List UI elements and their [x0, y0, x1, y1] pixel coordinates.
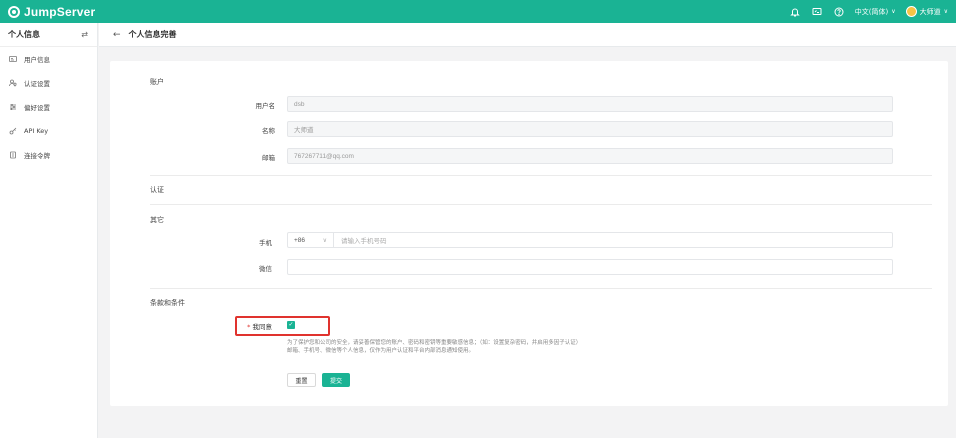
sliders-icon — [9, 103, 17, 111]
section-other: 其它 — [150, 216, 164, 224]
username-field[interactable]: dsb — [287, 96, 893, 112]
terms-line: 邮箱、手机号、微信等个人信息，仅作为用户认证和平台内部消息通知使用。 — [287, 348, 475, 354]
divider — [150, 175, 932, 176]
divider — [150, 288, 932, 289]
terms-line: 为了保护您和公司的安全，请妥善保管您的账户、密码和密钥等重要敏感信息；（如：设置… — [287, 340, 582, 346]
page-title: 个人信息完善 — [128, 30, 177, 39]
jumpserver-logo-icon — [8, 5, 20, 18]
chevron-down-icon: ∨ — [943, 8, 948, 15]
profile-form-card: 账户 用户名 dsb 名称 大师道 邮箱 767267711@qq.com 认证… — [110, 61, 948, 406]
monitor-icon[interactable] — [811, 6, 823, 18]
sidebar-title: 个人信息 — [8, 30, 40, 39]
user-menu[interactable]: 大师道 ∨ — [905, 6, 948, 17]
language-label: 中文(简体) — [854, 7, 889, 16]
email-label: 邮箱 — [262, 154, 275, 162]
sidebar-item-preferences[interactable]: 偏好设置 — [0, 95, 97, 119]
back-arrow-icon[interactable]: ← — [113, 30, 121, 40]
divider — [150, 204, 932, 205]
agree-label: * 我同意 — [247, 323, 273, 331]
section-auth: 认证 — [150, 186, 164, 194]
terms-text: 为了保护您和公司的安全，请妥善保管您的账户、密码和密钥等重要敏感信息；（如：设置… — [287, 339, 581, 355]
sidebar-item-label: 认证设置 — [24, 80, 50, 88]
sidebar-item-user-info[interactable]: 用户信息 — [0, 47, 97, 71]
phone-label: 手机 — [259, 239, 272, 247]
section-account: 账户 — [150, 78, 164, 86]
sidebar-header: 个人信息 ⇄ — [0, 23, 97, 47]
phone-field[interactable]: +86 ∨ 请输入手机号码 — [287, 232, 893, 248]
name-field[interactable]: 大师道 — [287, 121, 893, 137]
chevron-down-icon: ∨ — [891, 8, 896, 15]
user-shield-icon — [9, 79, 17, 87]
language-switcher[interactable]: 中文(简体) ∨ — [855, 7, 896, 17]
name-label: 名称 — [262, 127, 275, 135]
wechat-field[interactable] — [287, 259, 893, 275]
submit-button[interactable]: 提交 — [322, 373, 350, 387]
brand[interactable]: JumpServer — [8, 5, 95, 19]
page-header: ← 个人信息完善 — [99, 23, 956, 47]
agree-checkbox[interactable]: ✓ — [287, 321, 295, 329]
collapse-toggle-icon[interactable]: ⇄ — [81, 30, 88, 39]
email-field[interactable]: 767267711@qq.com — [287, 148, 893, 164]
sidebar-item-label: API Key — [24, 127, 49, 135]
check-icon: ✓ — [288, 321, 294, 328]
phone-placeholder: 请输入手机号码 — [341, 238, 387, 245]
sidebar-item-api-key[interactable]: API Key — [0, 119, 97, 143]
key-icon — [9, 127, 17, 135]
reset-button[interactable]: 重置 — [287, 373, 316, 387]
user-name: 大师道 — [919, 7, 941, 16]
phone-country-select[interactable]: +86 ∨ — [288, 233, 334, 247]
username-label: 用户名 — [255, 102, 276, 110]
sidebar-item-auth-settings[interactable]: 认证设置 — [0, 71, 97, 95]
brand-name: JumpServer — [24, 4, 96, 19]
sidebar-item-connection-token[interactable]: 连接令牌 — [0, 143, 97, 167]
section-terms: 条款和条件 — [150, 299, 185, 307]
bell-icon[interactable] — [789, 6, 801, 18]
sidebar-item-label: 用户信息 — [24, 56, 50, 64]
help-icon[interactable] — [833, 6, 845, 18]
phone-prefix: +86 — [294, 236, 306, 244]
top-right-tools: 中文(简体) ∨ 大师道 ∨ — [789, 6, 948, 18]
chevron-down-icon: ∨ — [322, 237, 327, 244]
sidebar-item-label: 连接令牌 — [24, 152, 50, 160]
id-card-icon — [9, 55, 17, 63]
token-icon — [9, 151, 17, 159]
wechat-label: 微信 — [259, 265, 272, 273]
sidebar-item-label: 偏好设置 — [24, 104, 50, 112]
avatar — [905, 6, 917, 17]
agree-label-text: 我同意 — [252, 323, 273, 331]
top-bar: JumpServer 中文(简体) ∨ 大师道 ∨ — [0, 0, 956, 23]
sidebar: 个人信息 ⇄ 用户信息 认证设置 偏好设置 API Key 连接令牌 — [0, 23, 98, 438]
